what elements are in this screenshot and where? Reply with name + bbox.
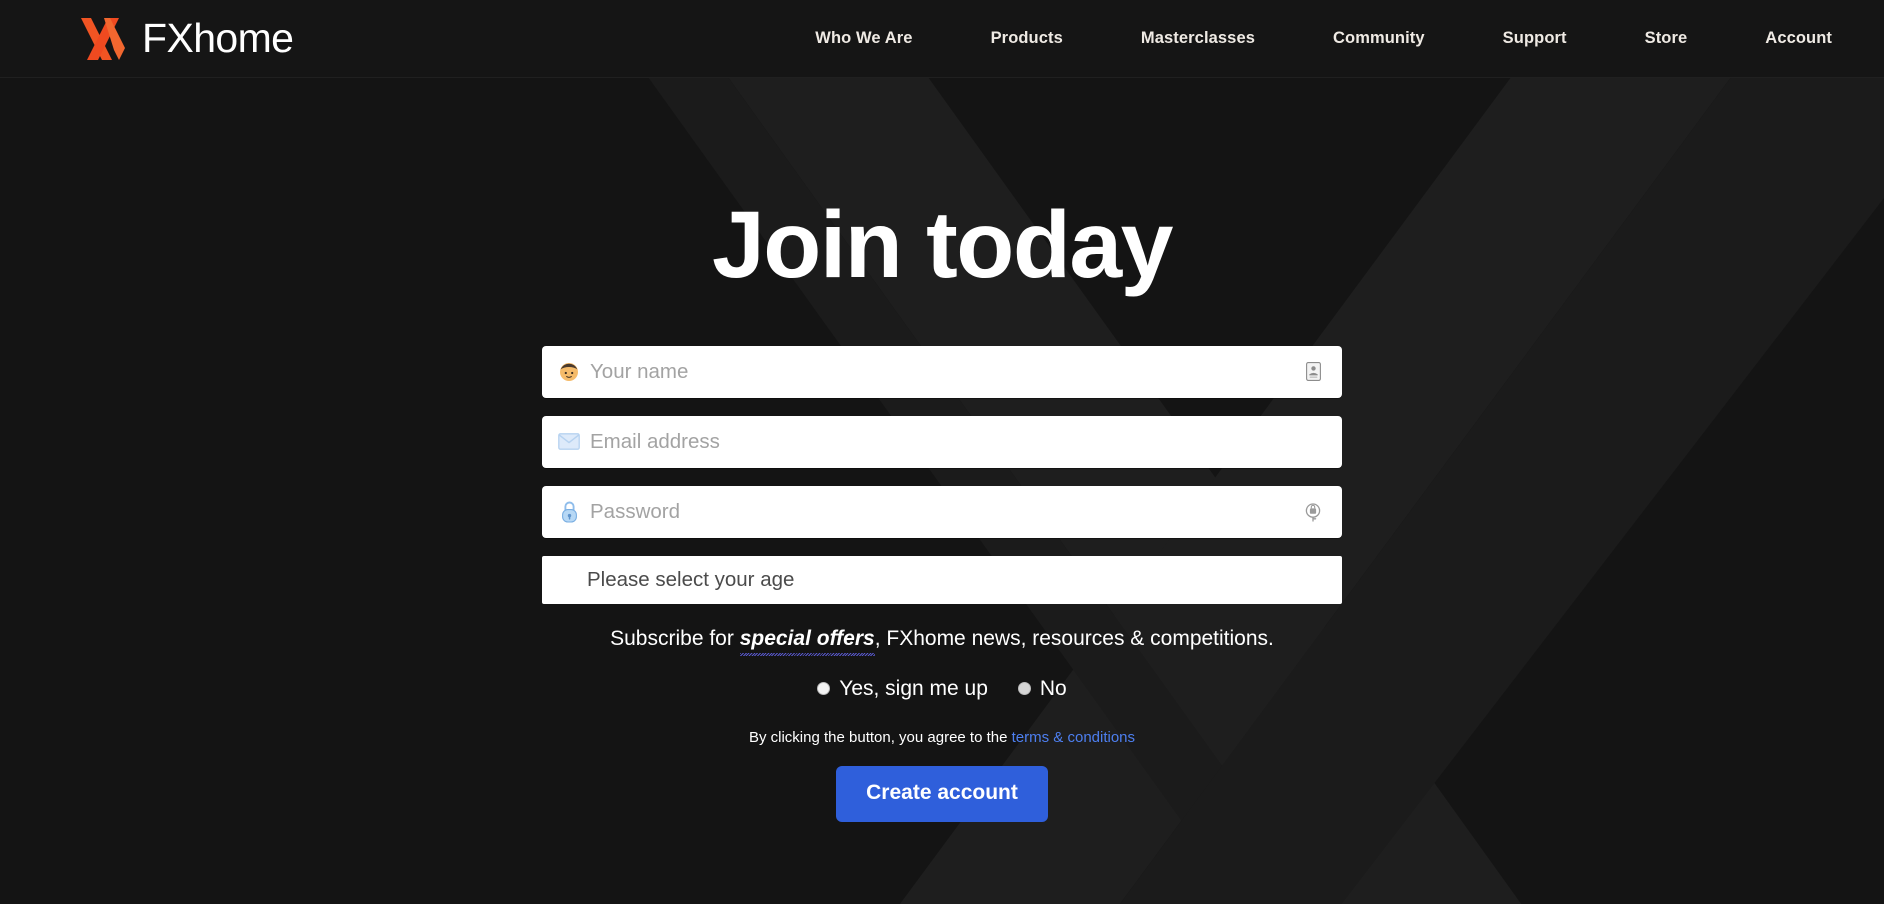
name-input[interactable] <box>590 345 1300 398</box>
subscribe-emphasis: special offers <box>739 626 875 657</box>
brand-logo-link[interactable]: FXhome <box>78 15 294 62</box>
subscribe-description: Subscribe for special offers, FXhome new… <box>542 626 1342 657</box>
main-navigation: Who We Are Products Masterclasses Commun… <box>815 23 1832 54</box>
envelope-icon <box>556 429 582 455</box>
create-account-button[interactable]: Create account <box>836 766 1048 823</box>
password-field-row[interactable] <box>542 485 1342 538</box>
padlock-icon <box>556 499 582 525</box>
subscribe-radio-group: Yes, sign me up No <box>542 678 1342 699</box>
signup-form: Please select your age Subscribe for spe… <box>542 345 1342 823</box>
contact-card-autofill-icon[interactable] <box>1300 359 1326 385</box>
radio-label-yes: Yes, sign me up <box>839 677 988 700</box>
radio-option-no[interactable]: No <box>1017 677 1067 700</box>
password-manager-key-icon[interactable] <box>1300 499 1326 525</box>
subscribe-text-after: , FXhome news, resources & competitions. <box>874 626 1274 650</box>
nav-item-products[interactable]: Products <box>991 23 1063 54</box>
age-select-value: Please select your age <box>587 567 795 591</box>
subscribe-text-before: Subscribe for <box>610 626 740 650</box>
brand-name: FXhome <box>142 15 294 61</box>
radio-dot-yes[interactable] <box>817 682 831 695</box>
nav-item-store[interactable]: Store <box>1645 23 1688 54</box>
terms-notice: By clicking the button, you agree to the… <box>542 729 1342 746</box>
terms-prefix: By clicking the button, you agree to the <box>748 729 1012 746</box>
nav-item-community[interactable]: Community <box>1333 23 1425 54</box>
signup-hero: Join today Your name Email address Pleas… <box>0 78 1884 904</box>
age-select[interactable]: Please select your age <box>542 555 1342 604</box>
nav-item-account[interactable]: Account <box>1765 23 1832 54</box>
nav-item-masterclasses[interactable]: Masterclasses <box>1141 23 1255 54</box>
nav-item-support[interactable]: Support <box>1503 23 1567 54</box>
terms-and-conditions-link[interactable]: terms & conditions <box>1012 729 1135 746</box>
email-field-row[interactable] <box>542 415 1342 468</box>
radio-label-no: No <box>1039 677 1067 700</box>
site-header: FXhome Who We Are Products Masterclasses… <box>0 0 1884 78</box>
page-title: Join today <box>711 192 1174 298</box>
submit-row: Create account <box>542 766 1342 823</box>
radio-dot-no[interactable] <box>1017 682 1031 695</box>
name-field-row[interactable] <box>542 345 1342 398</box>
email-input[interactable] <box>590 415 1342 468</box>
nav-item-who-we-are[interactable]: Who We Are <box>815 23 912 54</box>
radio-option-yes[interactable]: Yes, sign me up <box>817 678 988 699</box>
fxhome-x-logo-icon <box>81 17 125 60</box>
password-input[interactable] <box>590 485 1300 538</box>
page-root: FXhome Who We Are Products Masterclasses… <box>0 0 1884 904</box>
person-emoji-icon <box>556 359 582 385</box>
